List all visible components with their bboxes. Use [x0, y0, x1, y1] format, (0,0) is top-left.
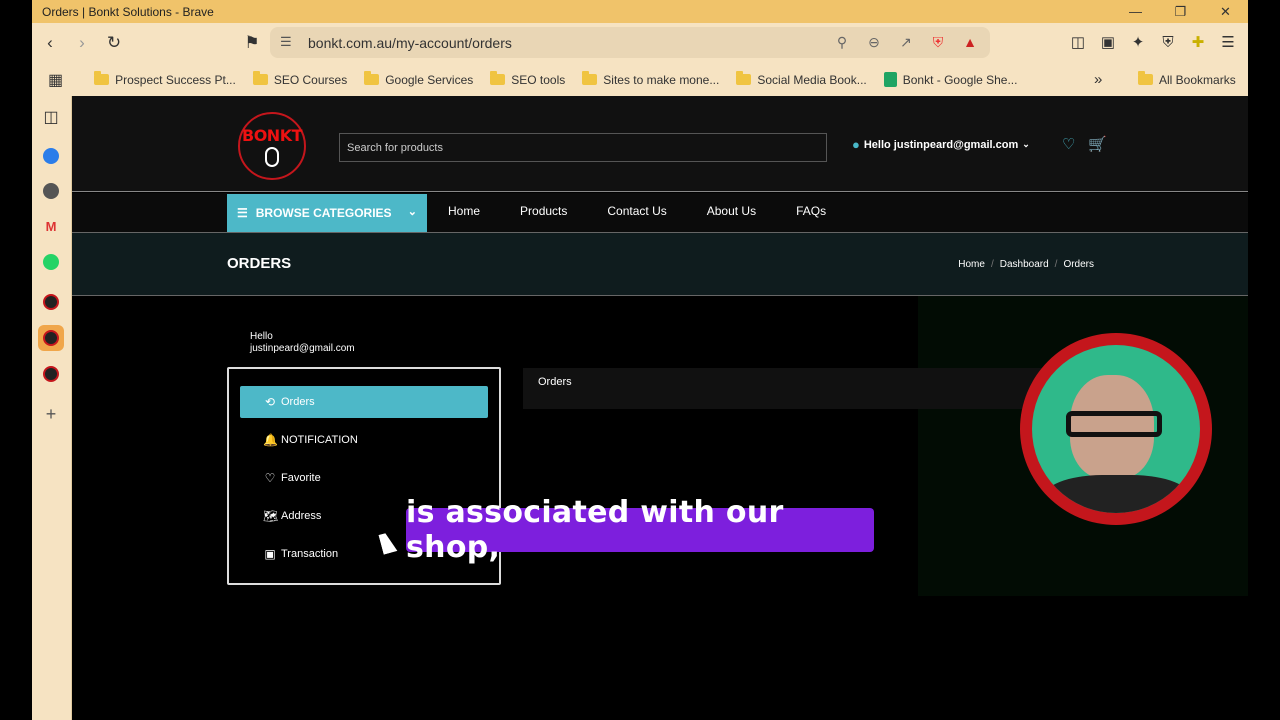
bookmark-item[interactable]: SEO tools [490, 71, 565, 87]
site-settings-icon[interactable]: ☰ [280, 34, 292, 50]
brave-rewards-icon[interactable]: ▲ [960, 32, 980, 52]
chevron-down-icon: ⌄ [407, 206, 417, 218]
hamburger-icon: ☰ [237, 206, 248, 220]
vertical-sidebar: ◫ M + [32, 96, 72, 720]
address-bar[interactable]: ☰ bonkt.com.au/my-account/orders ⚲ ⊖ ↗ ⛨… [270, 27, 990, 58]
breadcrumb-item: Orders [1063, 259, 1094, 270]
bookmark-item[interactable]: Bonkt - Google She... [883, 72, 1017, 87]
bell-icon: 🔔 [263, 433, 278, 447]
title-bar: Orders | Bonkt Solutions - Brave — ❐ ✕ [32, 0, 1248, 23]
folder-icon [582, 71, 598, 85]
breadcrumb-item[interactable]: Home [958, 259, 985, 270]
brave-shield-icon[interactable]: ⛨ [928, 32, 948, 52]
sidebar-bonkt-icon[interactable] [38, 361, 64, 387]
webcam-overlay [1020, 333, 1212, 525]
microphone-icon [265, 146, 279, 167]
breadcrumb: Home / Dashboard / Orders [958, 259, 1094, 270]
presenter-video [1032, 345, 1200, 513]
money-icon: ▣ [264, 547, 276, 561]
wallet-icon[interactable]: ▣ [1098, 29, 1118, 55]
main-nav: ☰ BROWSE CATEGORIES ⌄ Home Products Contac… [72, 193, 1248, 233]
bookmark-item[interactable]: Social Media Book... [736, 71, 867, 87]
vpn-icon[interactable]: ⛨ [1158, 29, 1178, 55]
breadcrumb-separator: / [1054, 259, 1058, 270]
back-icon[interactable]: ‹ [36, 29, 64, 57]
breadcrumb-separator: / [990, 259, 994, 270]
search-input[interactable]: Search for products [339, 133, 827, 162]
window-title: Orders | Bonkt Solutions - Brave [42, 4, 214, 19]
menu-icon[interactable]: ☰ [1218, 29, 1238, 55]
breadcrumb-item[interactable]: Dashboard [1000, 259, 1049, 270]
bookmark-icon[interactable]: ⚑ [238, 29, 266, 57]
folder-icon [252, 71, 268, 85]
account-menu[interactable]: ● Hello justinpeard@gmail.com ⌄ [852, 137, 1030, 152]
page-title: ORDERS [227, 255, 292, 272]
sidebar-app-icon[interactable] [38, 143, 64, 169]
menu-item-notification[interactable]: 🔔 NOTIFICATION [240, 424, 488, 456]
nav-link[interactable]: Products [520, 204, 567, 218]
apps-icon[interactable]: ▦ [48, 70, 63, 90]
heart-icon: ♡ [264, 471, 276, 485]
minimize-icon[interactable]: — [1113, 0, 1158, 23]
bookmark-item[interactable]: Sites to make mone... [582, 71, 719, 87]
sidebar-bonkt-icon[interactable] [38, 325, 64, 351]
menu-item-orders[interactable]: ⟲ Orders [240, 386, 488, 418]
add-icon[interactable]: + [38, 401, 64, 427]
sidebar-bonkt-icon[interactable] [38, 289, 64, 315]
folder-icon [736, 71, 752, 85]
nav-link[interactable]: Contact Us [607, 204, 666, 218]
sidebar-panel-icon[interactable]: ◫ [38, 104, 64, 130]
sidebar-toggle-icon[interactable]: ◫ [1068, 29, 1088, 55]
close-icon[interactable]: ✕ [1203, 0, 1248, 23]
leo-ai-icon[interactable]: ✦ [1128, 29, 1148, 55]
bookmark-item[interactable]: Prospect Success Pt... [94, 71, 236, 87]
browser-toolbar: ‹ › ↻ ⚑ ☰ bonkt.com.au/my-account/orders… [32, 23, 1248, 63]
greeting: Hello justinpeard@gmail.com [250, 331, 355, 354]
cart-icon[interactable]: 🛒 [1088, 135, 1107, 153]
nav-link[interactable]: FAQs [796, 204, 826, 218]
sidebar-whatsapp-icon[interactable] [38, 249, 64, 275]
sidebar-chatgpt-icon[interactable] [38, 178, 64, 204]
bookmark-item[interactable]: Google Services [364, 71, 473, 87]
screen: Orders | Bonkt Solutions - Brave — ❐ ✕ ‹… [0, 0, 1280, 720]
subtitle-caption: is associated with our shop, [406, 495, 874, 565]
reload-icon[interactable]: ↻ [100, 29, 128, 57]
site-header: BONKT Search for products ● Hello justin… [72, 96, 1248, 192]
menu-item-favorite[interactable]: ♡ Favorite [240, 462, 488, 494]
map-icon: 🗺 [263, 509, 279, 523]
wishlist-heart-icon[interactable]: ♡ [1062, 135, 1075, 153]
sidebar-gmail-icon[interactable]: M [38, 213, 64, 239]
history-icon: ⟲ [264, 395, 276, 409]
forward-icon[interactable]: › [68, 29, 96, 57]
folder-icon [94, 71, 110, 85]
share-icon[interactable]: ↗ [896, 32, 916, 52]
browse-categories-button[interactable]: ☰ BROWSE CATEGORIES ⌄ [227, 194, 427, 232]
folder-icon [364, 71, 380, 85]
nav-link[interactable]: Home [448, 204, 480, 218]
zoom-icon[interactable]: ⊖ [864, 32, 884, 52]
url-text[interactable]: bonkt.com.au/my-account/orders [308, 35, 512, 51]
all-bookmarks[interactable]: All Bookmarks [1138, 71, 1236, 87]
sheets-icon [883, 72, 897, 87]
extension-icon[interactable]: ✚ [1188, 29, 1208, 55]
bookmarks-overflow-icon[interactable]: » [1094, 71, 1102, 88]
chevron-down-icon: ⌄ [1022, 139, 1030, 149]
folder-icon [490, 71, 506, 85]
nav-link[interactable]: About Us [707, 204, 756, 218]
restore-icon[interactable]: ❐ [1158, 0, 1203, 23]
folder-icon [1138, 71, 1153, 85]
bookmark-item[interactable]: SEO Courses [252, 71, 347, 87]
page-header: ORDERS Home / Dashboard / Orders [72, 233, 1248, 296]
orders-panel: Orders [523, 368, 1053, 409]
user-icon: ● [852, 137, 860, 152]
site-logo[interactable]: BONKT [238, 112, 306, 180]
location-icon[interactable]: ⚲ [832, 32, 852, 52]
bookmarks-bar: ▦ Prospect Success Pt... SEO Courses Googl… [32, 63, 1248, 96]
